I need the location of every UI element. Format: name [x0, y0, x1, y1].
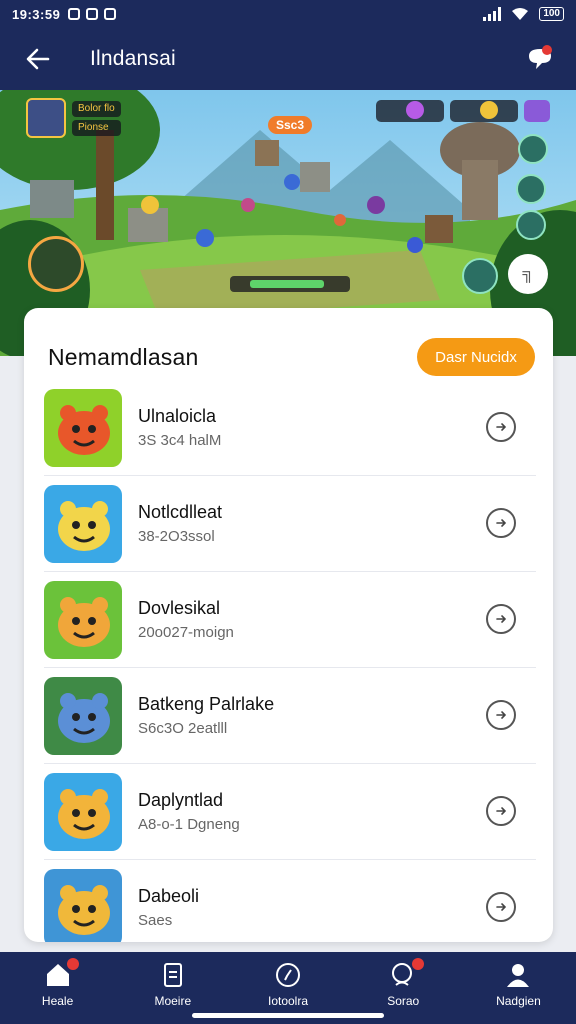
notification-icon — [86, 8, 99, 20]
game-name: Dovlesikal — [138, 597, 221, 618]
game-info: Dovlesikal 20o027-moign — [138, 597, 234, 643]
notification-icon — [68, 8, 81, 20]
open-game-button[interactable] — [486, 604, 516, 634]
home-indicator[interactable] — [192, 1013, 384, 1018]
game-thumbnail — [44, 772, 122, 851]
nav-label: Iotoolra — [267, 994, 309, 1008]
card-action-button[interactable]: Dasr Nucidx — [417, 338, 535, 376]
open-game-button[interactable] — [486, 796, 516, 826]
signal-icon — [483, 7, 502, 21]
nav-label: Sorao — [387, 994, 420, 1008]
chevron-right-icon — [496, 615, 507, 623]
game-info: Batkeng Palrlake S6c3O 2eatlll — [138, 693, 274, 739]
score-badge: Ssc3 — [268, 116, 313, 134]
notification-dot — [542, 45, 552, 55]
game-name: Ulnaloicla — [138, 405, 217, 426]
gold-counter — [450, 100, 518, 122]
chevron-right-icon — [496, 903, 507, 911]
battery-indicator: 100 — [539, 7, 564, 21]
ability-button[interactable] — [462, 258, 498, 294]
share-side-button[interactable] — [516, 174, 546, 204]
player-name: Bolor flo — [72, 100, 121, 117]
chevron-right-icon — [496, 423, 507, 431]
chevron-right-icon — [496, 807, 507, 815]
game-thumbnail — [44, 868, 122, 942]
menu-side-button[interactable] — [518, 134, 548, 164]
player-avatar[interactable] — [26, 98, 66, 138]
open-game-button[interactable] — [486, 412, 516, 442]
gold-coin-icon — [480, 101, 498, 119]
game-list: Ulnaloicla 3S 3c4 halM Notlcdlleat 38-2O3ss… — [44, 380, 536, 942]
attack-side-button[interactable] — [516, 210, 546, 240]
game-list-card: Nemamdlasan Dasr Nucidx Ulnaloicla 3S 3c4… — [24, 308, 553, 942]
status-time: 19:3:59 — [12, 6, 61, 22]
chat-button[interactable] — [522, 41, 558, 77]
game-thumbnail — [44, 484, 122, 563]
game-info: Notlcdlleat 38-2O3ssol — [138, 501, 222, 547]
nav-item-home[interactable]: Heale — [0, 952, 115, 1024]
player-subtitle: Pionse — [72, 119, 121, 136]
arrow-left-icon — [26, 48, 50, 70]
game-thumbnail — [44, 580, 122, 659]
status-notification-icons — [68, 8, 117, 20]
compass-icon — [273, 960, 303, 990]
nav-label: Nadgien — [496, 994, 541, 1008]
open-game-button[interactable] — [486, 508, 516, 538]
game-info: Dabeoli Saes — [138, 885, 199, 931]
status-bar: 19:3:59 100 — [0, 0, 576, 28]
game-name: Notlcdlleat — [138, 501, 223, 522]
home-icon — [43, 958, 79, 990]
notification-badge — [66, 958, 79, 970]
nav-label: Heale — [41, 994, 74, 1008]
game-name: Daplyntlad — [138, 789, 224, 810]
game-thumbnail — [44, 388, 122, 467]
game-meta: A8-o-1 Dgneng — [138, 815, 240, 833]
health-bar-fill — [250, 280, 324, 288]
game-meta: 3S 3c4 halM — [138, 431, 222, 449]
game-info: Ulnaloicla 3S 3c4 halM — [138, 405, 221, 451]
nav-label: Moeire — [154, 994, 192, 1008]
health-bar — [230, 276, 350, 292]
game-list-item[interactable]: Ulnaloicla 3S 3c4 halM — [44, 380, 536, 476]
nav-item-person[interactable]: Nadgien — [461, 952, 576, 1024]
player-hud: Bolor flo Pionse — [26, 98, 121, 138]
game-list-item[interactable]: Notlcdlleat 38-2O3ssol — [44, 476, 536, 572]
gem-counter — [376, 100, 444, 122]
game-meta: 38-2O3ssol — [138, 527, 215, 545]
game-list-item[interactable]: Dabeoli Saes — [44, 860, 536, 942]
status-indicators: 100 — [483, 7, 564, 21]
resource-hud — [376, 100, 550, 122]
game-meta: Saes — [138, 911, 173, 929]
gem-icon — [406, 101, 424, 119]
card-title: Nemamdlasan — [48, 343, 199, 370]
game-meta: S6c3O 2eatlll — [138, 719, 228, 737]
fullscreen-button[interactable]: ╗ — [508, 254, 548, 294]
game-list-item[interactable]: Batkeng Palrlake S6c3O 2eatlll — [44, 668, 536, 764]
document-icon — [158, 960, 188, 990]
card-header: Nemamdlasan Dasr Nucidx — [24, 308, 553, 386]
game-list-item[interactable]: Dovlesikal 20o027-moign — [44, 572, 536, 668]
game-list-item[interactable]: Daplyntlad A8-o-1 Dgneng — [44, 764, 536, 860]
open-game-button[interactable] — [486, 700, 516, 730]
back-button[interactable] — [18, 39, 58, 79]
game-meta: 20o027-moign — [138, 623, 234, 641]
page-title: Ilndansai — [90, 47, 176, 70]
chevron-right-icon — [496, 519, 507, 527]
hero-portrait[interactable] — [28, 236, 84, 292]
game-info: Daplyntlad A8-o-1 Dgneng — [138, 789, 240, 835]
wifi-icon — [512, 8, 529, 20]
game-thumbnail — [44, 676, 122, 755]
game-name: Dabeoli — [138, 885, 200, 906]
chevron-right-icon — [496, 711, 507, 719]
notification-badge — [412, 958, 425, 970]
open-game-button[interactable] — [486, 892, 516, 922]
app-bar: Ilndansai — [0, 28, 576, 90]
person-icon — [503, 960, 533, 990]
game-name: Batkeng Palrlake — [138, 693, 275, 714]
search-icon — [388, 958, 425, 990]
notification-icon — [104, 8, 117, 20]
shop-button[interactable] — [524, 100, 550, 122]
